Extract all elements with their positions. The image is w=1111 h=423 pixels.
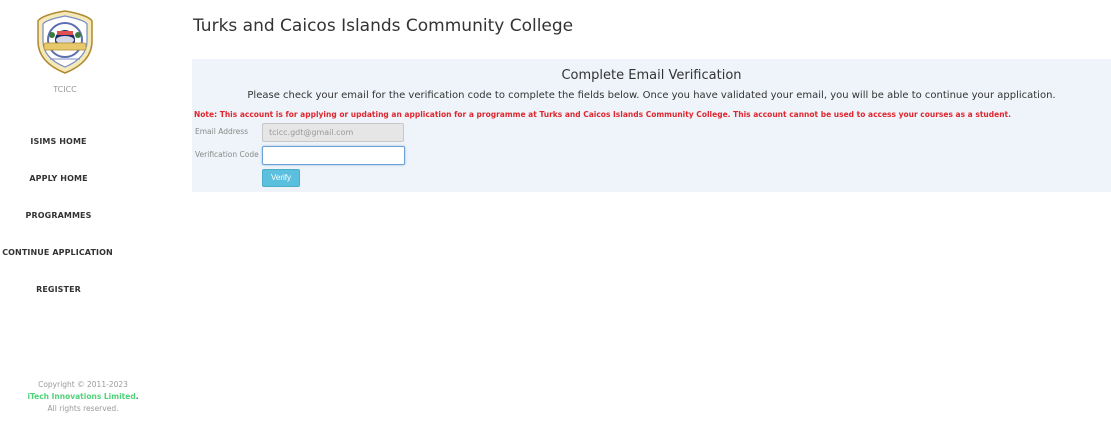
brand-link[interactable]: iTech Innovations Limited [27,392,135,401]
sidebar-item-continue-application[interactable]: CONTINUE APPLICATION [0,248,117,257]
email-field [262,123,404,142]
verify-button[interactable]: Verify [262,169,300,187]
org-abbreviation: TCICC [53,85,77,94]
footer-brand-line: iTech Innovations Limited. [0,391,166,403]
verification-panel: Complete Email Verification Please check… [192,59,1111,192]
panel-instructions: Please check your email for the verifica… [247,90,1056,101]
footer: Copyright © 2011-2023 iTech Innovations … [0,379,166,415]
copyright-text: Copyright © 2011-2023 [38,380,128,389]
college-logo[interactable] [13,7,117,77]
sidebar-item-apply-home[interactable]: APPLY HOME [0,174,117,183]
verification-code-input[interactable] [262,146,405,165]
brand-suffix: . [135,392,139,401]
verification-code-label: Verification Code [195,150,259,159]
account-note: Note: This account is for applying or up… [194,110,1011,119]
crest-icon [37,10,93,74]
page-title: Turks and Caicos Islands Community Colle… [193,16,574,36]
sidebar-item-programmes[interactable]: PROGRAMMES [0,211,117,220]
rights-text: All rights reserved. [47,404,119,413]
panel-title: Complete Email Verification [561,68,742,83]
sidebar: TCICC ISIMS HOME APPLY HOME PROGRAMMES C… [0,0,139,423]
sidebar-item-register[interactable]: REGISTER [0,285,117,294]
sidebar-item-isims-home[interactable]: ISIMS HOME [0,137,117,146]
email-label: Email Address [195,127,249,136]
